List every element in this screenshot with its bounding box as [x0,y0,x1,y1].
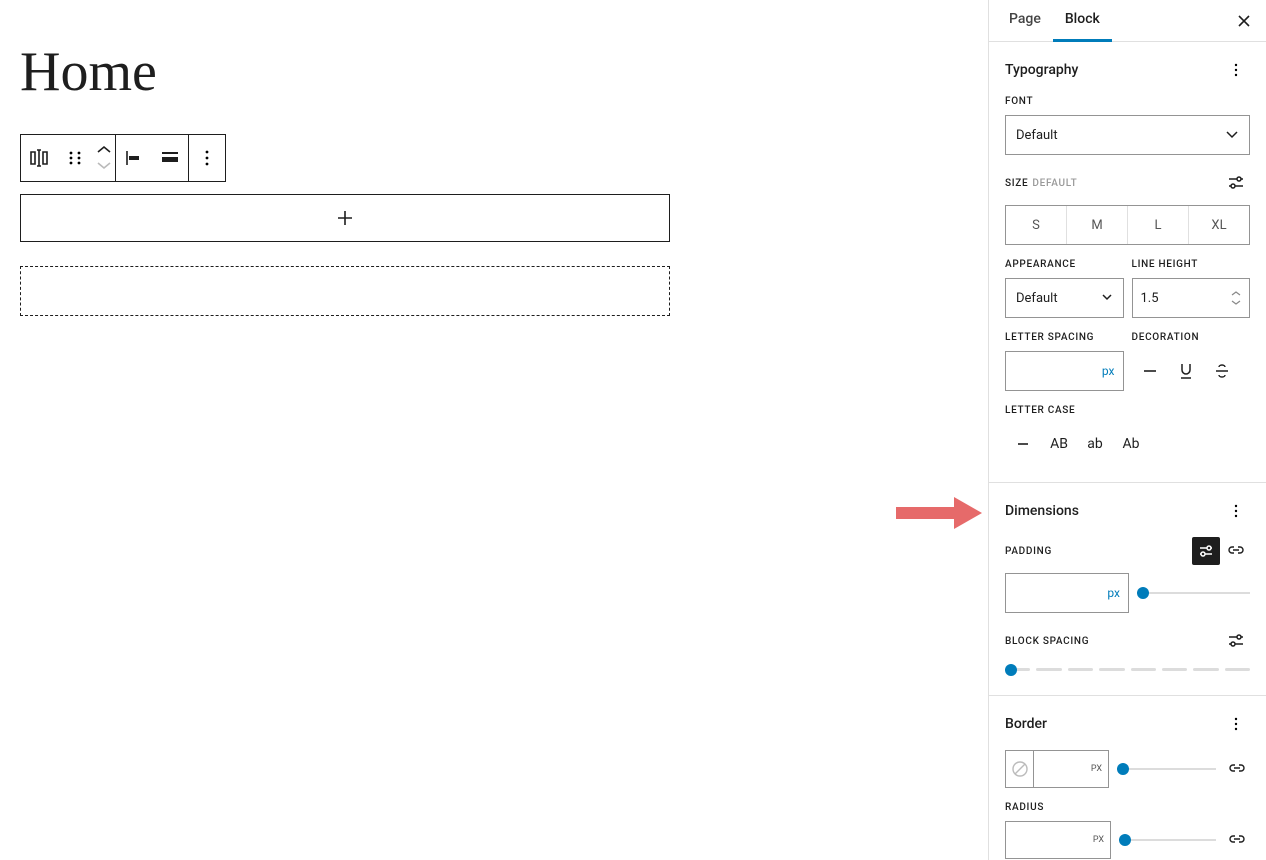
line-height-input[interactable]: 1.5 [1132,278,1251,318]
no-color-icon [1011,760,1029,778]
padding-unit: px [1107,586,1120,600]
toolbar-group-align [116,135,189,181]
block-movers [93,135,115,181]
chevron-down-icon [1225,128,1239,142]
link-icon [1227,542,1245,560]
padding-custom-toggle[interactable] [1192,537,1220,565]
border-width-input[interactable]: PX [1033,750,1109,788]
sidebar-tabs: Page Block [989,0,1266,42]
toolbar-group-block [21,135,116,181]
underline-icon [1178,362,1194,380]
letter-spacing-unit: px [1102,364,1115,378]
border-radius-unit: PX [1093,835,1104,845]
block-spacing-custom-toggle[interactable] [1222,627,1250,655]
strikethrough-icon [1214,363,1230,379]
border-color-swatch[interactable] [1005,750,1033,788]
link-icon [1228,831,1246,849]
minus-icon [1016,437,1030,451]
annotation-arrow-icon [896,497,988,527]
link-icon [1228,760,1246,778]
letter-case-none[interactable] [1005,424,1041,464]
letter-case-controls: AB ab Ab [1005,424,1250,464]
appearance-value: Default [1016,291,1058,306]
appearance-label: APPEARANCE [1005,259,1124,270]
toolbar-group-more [189,135,225,181]
size-m[interactable]: M [1066,206,1127,244]
size-custom-toggle[interactable] [1222,169,1250,197]
font-label: FONT [1005,96,1250,107]
padding-slider[interactable] [1137,587,1250,599]
panel-border: Border PX RADIUS [989,696,1266,860]
letter-case-upper[interactable]: AB [1041,424,1077,464]
decoration-label: DECORATION [1132,332,1251,343]
block-toolbar [20,134,226,182]
radius-label: RADIUS [1005,802,1250,813]
letter-case-lower[interactable]: ab [1077,424,1113,464]
border-width-unit: PX [1091,764,1102,774]
page-title[interactable]: Home [20,40,968,104]
size-label: SIZEDEFAULT [1005,178,1077,189]
sliders-icon [1198,543,1214,559]
decoration-none[interactable] [1132,351,1168,391]
align-icon[interactable] [152,135,188,181]
more-options-icon[interactable] [189,135,225,181]
move-up-icon[interactable] [97,142,111,158]
sliders-icon [1227,632,1245,650]
move-down-icon[interactable] [97,158,111,174]
size-l[interactable]: L [1127,206,1188,244]
tab-block[interactable]: Block [1053,0,1112,42]
size-segmented: S M L XL [1005,205,1250,245]
more-vertical-icon [1228,716,1244,732]
empty-block-placeholder[interactable] [20,266,670,316]
justify-icon[interactable] [116,135,152,181]
border-options-button[interactable] [1222,710,1250,738]
dimensions-options-button[interactable] [1222,497,1250,525]
more-vertical-icon [1228,503,1244,519]
panel-dimensions: Dimensions PADDING px [989,483,1266,696]
sliders-icon [1227,174,1245,192]
number-stepper-icon [1231,290,1241,306]
close-icon [1236,13,1252,29]
close-sidebar-button[interactable] [1230,7,1258,35]
plus-icon [335,208,355,228]
drag-handle-icon[interactable] [57,135,93,181]
block-spacing-slider[interactable] [1005,663,1250,677]
editor-canvas: Home [0,0,988,860]
letter-spacing-input[interactable]: px [1005,351,1124,391]
padding-label: PADDING [1005,546,1052,557]
letter-case-capitalize[interactable]: Ab [1113,424,1149,464]
tab-page[interactable]: Page [997,0,1053,42]
font-value: Default [1016,128,1058,143]
border-radius-input[interactable]: PX [1005,821,1111,859]
block-spacing-label: BLOCK SPACING [1005,636,1089,647]
border-heading: Border [1005,716,1047,732]
appearance-select[interactable]: Default [1005,278,1124,318]
decoration-underline[interactable] [1168,351,1204,391]
border-radius-slider[interactable] [1119,834,1216,846]
dimensions-heading: Dimensions [1005,503,1079,519]
size-s[interactable]: S [1006,206,1066,244]
typography-heading: Typography [1005,62,1078,78]
line-height-value: 1.5 [1141,291,1159,306]
more-vertical-icon [1228,62,1244,78]
decoration-strike[interactable] [1204,351,1240,391]
line-height-label: LINE HEIGHT [1132,259,1251,270]
border-link-toggle[interactable] [1224,756,1250,782]
typography-options-button[interactable] [1222,56,1250,84]
border-width-slider[interactable] [1117,763,1216,775]
letter-spacing-label: LETTER SPACING [1005,332,1124,343]
minus-icon [1142,363,1158,379]
letter-case-label: LETTER CASE [1005,405,1250,416]
padding-link-toggle[interactable] [1222,537,1250,565]
size-xl[interactable]: XL [1188,206,1249,244]
radius-link-toggle[interactable] [1224,827,1250,853]
add-block-button[interactable] [20,194,670,242]
block-type-icon[interactable] [21,135,57,181]
padding-input[interactable]: px [1005,573,1129,613]
decoration-controls [1132,351,1251,391]
panel-typography: Typography FONT Default SIZEDEFAULT S M … [989,42,1266,483]
chevron-down-icon [1101,292,1113,304]
font-select[interactable]: Default [1005,115,1250,155]
settings-sidebar: Page Block Typography FONT Default SIZED… [988,0,1266,860]
